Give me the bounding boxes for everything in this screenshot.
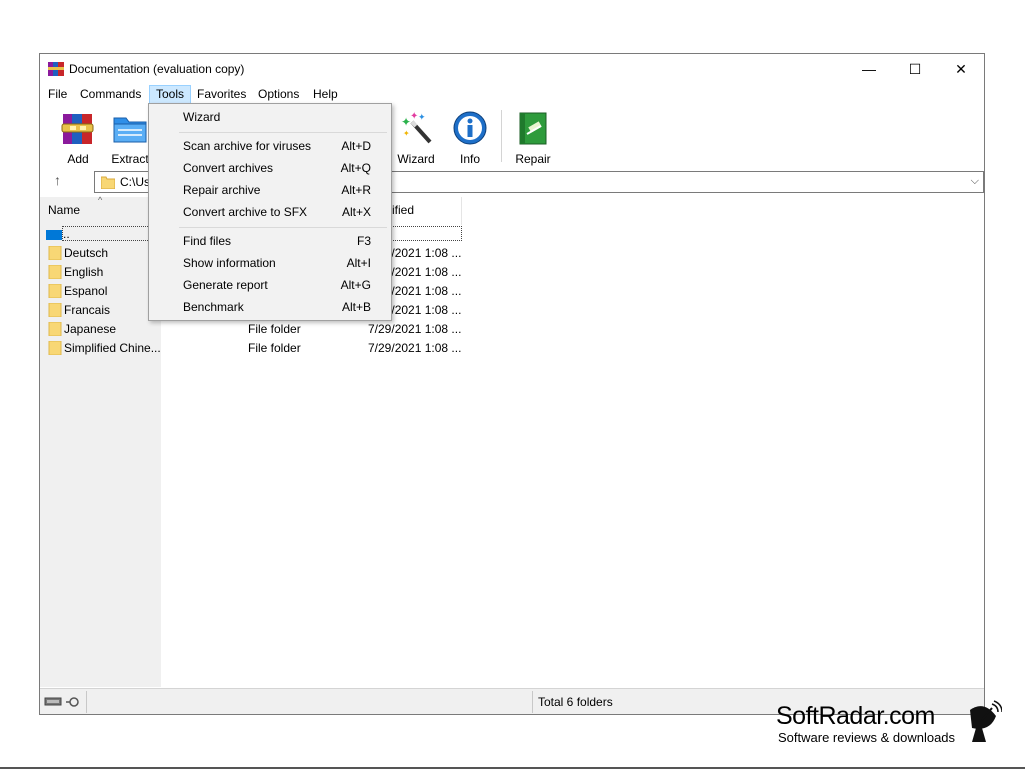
menu-item-label: Convert archives: [183, 161, 274, 175]
winrar-app-icon: [48, 62, 64, 76]
item-name: Japanese: [64, 322, 117, 336]
item-name: Simplified Chine...: [64, 341, 161, 355]
menu-favorites[interactable]: Favorites: [191, 85, 252, 104]
maximize-icon: ☐: [908, 60, 922, 77]
add-archive-icon: [61, 114, 94, 144]
list-item[interactable]: Simplified Chine... File folder 7/29/202…: [40, 339, 480, 358]
satellite-dish-icon: [970, 700, 1002, 742]
item-type: File folder: [248, 322, 301, 336]
close-icon: ✕: [955, 60, 967, 77]
folder-icon: [101, 176, 115, 189]
menu-item-label: Convert archive to SFX: [183, 205, 308, 219]
extract-folder-icon: [113, 117, 147, 143]
sort-ascending-icon: ^: [98, 195, 103, 205]
info-icon: [453, 111, 487, 145]
tools-dropdown-menu: Wizard Scan archive for viruses Alt+D Co…: [148, 103, 392, 321]
menu-bar: File Commands Tools Favorites Options He…: [40, 84, 984, 104]
toolbar-separator: [501, 110, 502, 162]
menu-item-label: Find files: [183, 234, 232, 248]
add-label: Add: [67, 152, 89, 166]
status-separator: [532, 691, 533, 713]
folder-icon: [48, 303, 62, 317]
menu-item-label: Wizard: [183, 110, 221, 124]
menu-item-convert-sfx[interactable]: Convert archive to SFX Alt+X: [151, 201, 389, 223]
menu-tools[interactable]: Tools: [149, 85, 192, 104]
folder-icon: [48, 246, 62, 260]
status-text: Total 6 folders: [538, 695, 613, 709]
close-button[interactable]: ✕: [938, 54, 984, 84]
menu-separator: [179, 227, 387, 228]
info-button[interactable]: Info: [444, 110, 496, 166]
menu-item-shortcut: Alt+X: [341, 205, 371, 219]
menu-item-label: Generate report: [183, 278, 268, 292]
menu-item-scan-viruses[interactable]: Scan archive for viruses Alt+D: [151, 135, 389, 157]
menu-help[interactable]: Help: [307, 85, 344, 104]
svg-text:✦: ✦: [403, 129, 410, 138]
menu-item-shortcut: Alt+R: [341, 183, 371, 197]
folder-icon: [48, 341, 62, 355]
menu-item-shortcut: Alt+D: [341, 139, 371, 153]
softradar-watermark: SoftRadar.com Software reviews & downloa…: [776, 700, 1006, 748]
repair-book-icon: [519, 112, 547, 145]
folder-icon: [48, 265, 62, 279]
menu-item-find-files[interactable]: Find files F3: [151, 230, 389, 252]
menu-options[interactable]: Options: [252, 85, 305, 104]
menu-item-repair-archive[interactable]: Repair archive Alt+R: [151, 179, 389, 201]
item-type: File folder: [248, 341, 301, 355]
item-date: 7/29/2021 1:08 ...: [368, 341, 462, 355]
watermark-title: SoftRadar.com: [776, 702, 935, 730]
window-title: Documentation (evaluation copy): [69, 62, 245, 76]
menu-item-label: Scan archive for viruses: [183, 139, 312, 153]
title-bar: Documentation (evaluation copy) — ☐ ✕: [40, 54, 984, 84]
menu-item-label: Repair archive: [183, 183, 261, 197]
menu-commands[interactable]: Commands: [74, 85, 147, 104]
menu-item-shortcut: Alt+I: [346, 256, 371, 270]
menu-item-benchmark[interactable]: Benchmark Alt+B: [151, 296, 389, 318]
watermark-subtitle: Software reviews & downloads: [778, 730, 956, 745]
menu-item-shortcut: Alt+B: [341, 300, 371, 314]
path-text: C:\Us: [120, 175, 150, 189]
menu-file[interactable]: File: [42, 85, 73, 104]
wizard-button[interactable]: ✦ ✦ ✦ ✦ Wizard: [390, 110, 442, 166]
parent-folder-icon: [46, 230, 62, 240]
minimize-button[interactable]: —: [846, 54, 892, 84]
add-button[interactable]: Add: [52, 110, 104, 166]
drive-key-icon: [44, 697, 79, 707]
folder-icon: [48, 284, 62, 298]
wizard-label: Wizard: [397, 152, 435, 166]
item-date: 7/29/2021 1:08 ...: [368, 322, 462, 336]
minimize-icon: —: [862, 61, 876, 77]
folder-icon: [48, 322, 62, 336]
chevron-down-icon[interactable]: ⌵: [971, 175, 979, 188]
menu-item-label: Show information: [183, 256, 276, 270]
menu-item-wizard[interactable]: Wizard: [151, 106, 389, 128]
maximize-button[interactable]: ☐: [892, 54, 938, 84]
repair-button[interactable]: Repair: [507, 110, 559, 166]
menu-item-shortcut: F3: [356, 234, 371, 248]
status-separator: [86, 691, 87, 713]
svg-text:✦: ✦: [418, 112, 426, 122]
repair-label: Repair: [515, 152, 551, 166]
menu-item-shortcut: Alt+G: [340, 278, 371, 292]
info-label: Info: [459, 152, 480, 166]
menu-item-shortcut: Alt+Q: [340, 161, 371, 175]
menu-item-generate-report[interactable]: Generate report Alt+G: [151, 274, 389, 296]
list-item[interactable]: Japanese File folder 7/29/2021 1:08 ...: [40, 320, 480, 339]
menu-separator: [179, 132, 387, 133]
menu-item-show-information[interactable]: Show information Alt+I: [151, 252, 389, 274]
up-arrow-icon[interactable]: ↑: [54, 172, 61, 188]
menu-item-convert-archives[interactable]: Convert archives Alt+Q: [151, 157, 389, 179]
magic-wand-icon: ✦ ✦ ✦ ✦: [401, 111, 432, 144]
menu-item-label: Benchmark: [183, 300, 244, 314]
